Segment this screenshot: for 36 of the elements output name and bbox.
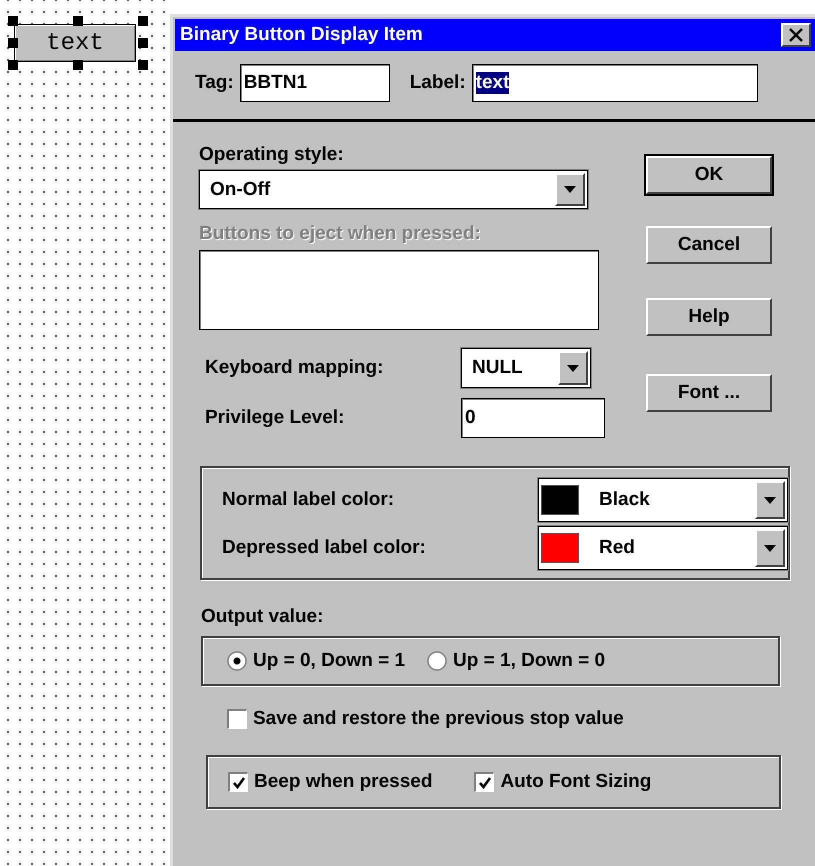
input-field[interactable]: BBTN1 bbox=[240, 64, 390, 102]
checkbox[interactable] bbox=[227, 709, 247, 729]
close-button[interactable] bbox=[781, 23, 811, 47]
option-label: Beep when pressed bbox=[254, 771, 432, 793]
radio-button[interactable] bbox=[427, 651, 448, 671]
field-label: Output value: bbox=[201, 606, 324, 627]
radio-button[interactable] bbox=[227, 651, 247, 671]
input-field[interactable]: 0 bbox=[461, 398, 605, 438]
checkbox[interactable] bbox=[228, 772, 248, 792]
dropdown[interactable]: On-Off bbox=[199, 170, 588, 209]
option-label: Save and restore the previous stop value bbox=[253, 708, 624, 730]
field-label: Operating style: bbox=[199, 144, 344, 165]
field-label: Tag: bbox=[195, 72, 234, 93]
checkbox[interactable] bbox=[474, 772, 494, 792]
field-label: Normal label color: bbox=[222, 489, 394, 510]
dropdown[interactable]: Red bbox=[538, 526, 788, 570]
dialog-button[interactable]: Help bbox=[646, 298, 772, 336]
option-label: Up = 1, Down = 0 bbox=[453, 650, 606, 672]
selection-handles[interactable] bbox=[8, 16, 148, 70]
option-label: Up = 0, Down = 1 bbox=[253, 650, 406, 672]
close-icon bbox=[789, 28, 803, 42]
field-label: Keyboard mapping: bbox=[205, 357, 384, 378]
dialog-button[interactable]: OK bbox=[646, 156, 772, 194]
dropdown[interactable]: NULL bbox=[461, 348, 591, 388]
field-label: Label: bbox=[410, 72, 466, 93]
field-label: Privilege Level: bbox=[205, 407, 344, 428]
option-label: Auto Font Sizing bbox=[500, 771, 652, 793]
input-field[interactable]: text bbox=[472, 64, 758, 102]
dialog-button[interactable]: Cancel bbox=[646, 226, 772, 264]
text-widget[interactable]: text bbox=[14, 24, 136, 62]
window-title: Binary Button Display Item bbox=[180, 24, 423, 46]
dialog-button[interactable]: Font ... bbox=[646, 374, 772, 412]
field-label: Depressed label color: bbox=[222, 537, 426, 558]
dropdown[interactable]: Black bbox=[538, 478, 788, 522]
field-label: Buttons to eject when pressed: bbox=[199, 223, 481, 244]
list-box[interactable] bbox=[199, 250, 599, 330]
